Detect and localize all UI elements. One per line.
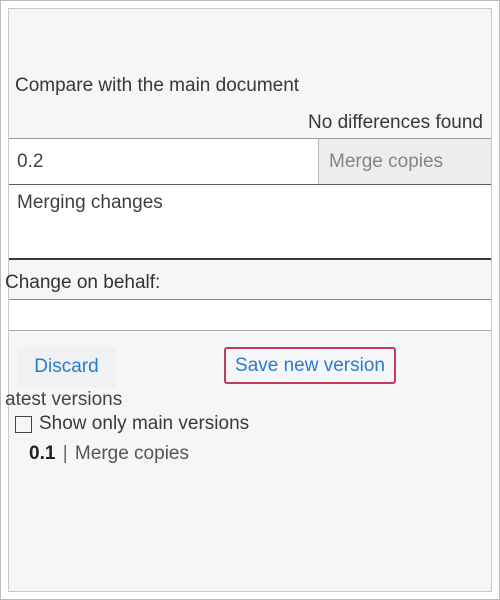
- version-list-item[interactable]: 0.1 | Merge copies: [29, 443, 189, 465]
- version-separator: |: [61, 443, 70, 464]
- version-description: Merge copies: [75, 443, 189, 464]
- panel: Compare with the main document No differ…: [8, 8, 492, 592]
- change-on-behalf-label: Change on behalf:: [5, 272, 160, 294]
- show-only-main-row[interactable]: Show only main versions: [15, 413, 249, 435]
- no-differences-text: No differences found: [308, 112, 483, 134]
- show-only-main-label: Show only main versions: [39, 413, 249, 435]
- change-on-behalf-input[interactable]: [9, 299, 491, 331]
- latest-versions-label: atest versions: [5, 389, 122, 411]
- version-merge-row: Merge copies: [9, 138, 491, 185]
- compare-label: Compare with the main document: [15, 75, 299, 97]
- discard-button[interactable]: Discard: [17, 347, 116, 387]
- merge-copies-button[interactable]: Merge copies: [319, 139, 491, 184]
- show-only-main-checkbox[interactable]: [15, 416, 32, 433]
- merging-changes-label: Merging changes: [17, 192, 163, 213]
- action-buttons-row: Discard Save new version: [9, 347, 491, 387]
- version-number: 0.1: [29, 443, 55, 464]
- merging-changes-area: Merging changes: [9, 185, 491, 260]
- window-frame: Compare with the main document No differ…: [0, 0, 500, 600]
- version-input[interactable]: [9, 139, 319, 184]
- save-new-version-button[interactable]: Save new version: [224, 347, 396, 384]
